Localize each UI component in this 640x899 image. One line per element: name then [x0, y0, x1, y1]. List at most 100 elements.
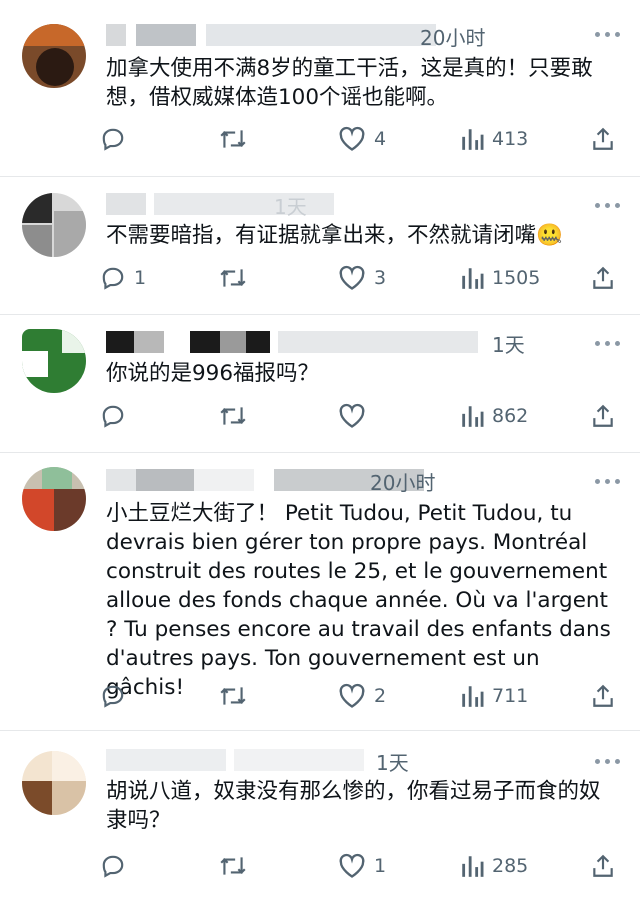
views-icon — [462, 406, 484, 427]
views-button[interactable]: 1505 — [460, 261, 540, 295]
blurred-username — [134, 331, 164, 353]
blurred-handle — [234, 749, 364, 771]
retweet-button[interactable] — [218, 849, 248, 883]
avatar[interactable] — [22, 329, 86, 393]
share-button[interactable] — [590, 679, 616, 713]
like-icon — [339, 403, 365, 428]
timestamp[interactable]: 1天 — [376, 747, 409, 776]
retweet-button[interactable] — [218, 261, 248, 295]
blurred-username — [136, 469, 194, 491]
like-button[interactable]: 3 — [338, 261, 386, 295]
like-icon — [339, 265, 365, 290]
reply-button[interactable] — [100, 849, 134, 883]
view-count: 413 — [492, 128, 529, 150]
tweet-actions: 2 711 — [100, 679, 620, 713]
share-button[interactable] — [590, 261, 616, 295]
more-icon[interactable] — [595, 203, 620, 208]
more-icon[interactable] — [595, 759, 620, 764]
reply-icon — [102, 855, 124, 878]
avatar[interactable] — [22, 467, 86, 531]
view-count: 711 — [492, 685, 529, 707]
tweet-text: 小土豆烂大街了！ Petit Tudou, Petit Tudou, tu de… — [106, 501, 611, 700]
reply-button[interactable] — [100, 122, 134, 156]
view-count: 285 — [492, 855, 529, 877]
blurred-handle — [154, 193, 334, 215]
tweet-text: 胡说八道，奴隶没有那么惨的，你看过易子而食的奴隶吗？ — [106, 779, 601, 833]
tweet-actions: 862 — [100, 399, 620, 433]
blurred-handle — [206, 24, 436, 46]
like-count: 4 — [374, 128, 387, 150]
views-button[interactable]: 285 — [460, 849, 528, 883]
tweet-header: 1天 — [106, 327, 580, 357]
tweet[interactable]: 1天 不需要暗指，有证据就拿出来，不然就请闭嘴🤐 1 3 1505 — [0, 176, 640, 314]
more-icon[interactable] — [595, 479, 620, 484]
tweet-header: 20小时 — [106, 465, 580, 495]
retweet-icon — [220, 857, 246, 875]
tweet[interactable]: 1天 你说的是996福报吗？ 862 — [0, 314, 640, 452]
timestamp[interactable]: 20小时 — [370, 467, 435, 496]
blurred-username — [106, 331, 134, 353]
tweet-text: 加拿大使用不满8岁的童工干活，这是真的！只要敢想，借权威媒体造100个谣也能啊。 — [106, 56, 593, 110]
reply-button[interactable] — [100, 399, 134, 433]
blurred-username — [106, 193, 146, 215]
retweet-icon — [220, 687, 246, 705]
like-button[interactable]: 4 — [338, 122, 386, 156]
blurred-username — [246, 331, 270, 353]
views-icon — [462, 856, 484, 877]
avatar[interactable] — [22, 24, 86, 88]
share-button[interactable] — [590, 849, 616, 883]
timestamp[interactable]: 1天 — [492, 329, 525, 358]
tweet-actions: 4 413 — [100, 122, 620, 156]
tweet[interactable]: 1天 胡说八道，奴隶没有那么惨的，你看过易子而食的奴隶吗？ 1 285 — [0, 730, 640, 899]
views-icon — [462, 129, 484, 150]
like-icon — [339, 126, 365, 151]
view-count: 862 — [492, 405, 529, 427]
blurred-username — [106, 24, 126, 46]
tweet-actions: 1 3 1505 — [100, 261, 620, 295]
share-icon — [593, 127, 613, 150]
retweet-icon — [220, 407, 246, 425]
tweet-header: 20小时 — [106, 20, 580, 50]
blurred-username — [220, 331, 246, 353]
like-count: 2 — [374, 685, 387, 707]
retweet-button[interactable] — [218, 122, 248, 156]
reply-count: 1 — [134, 267, 147, 289]
reply-icon — [102, 405, 124, 428]
views-button[interactable]: 413 — [460, 122, 528, 156]
tweet-header: 1天 — [106, 745, 580, 775]
views-icon — [462, 268, 484, 289]
avatar[interactable] — [22, 751, 86, 815]
tweet-text: 不需要暗指，有证据就拿出来，不然就请闭嘴🤐 — [106, 223, 563, 248]
tweet[interactable]: 20小时 加拿大使用不满8岁的童工干活，这是真的！只要敢想，借权威媒体造100个… — [0, 0, 640, 176]
views-button[interactable]: 711 — [460, 679, 528, 713]
reply-icon — [102, 685, 124, 708]
like-button[interactable]: 2 — [338, 679, 386, 713]
like-button[interactable]: 1 — [338, 849, 386, 883]
retweet-button[interactable] — [218, 679, 248, 713]
reply-icon — [102, 267, 124, 290]
tweet-text: 你说的是996福报吗？ — [106, 361, 320, 386]
tweet[interactable]: 20小时 小土豆烂大街了！ Petit Tudou, Petit Tudou, … — [0, 452, 640, 730]
share-icon — [593, 404, 613, 427]
like-button[interactable] — [338, 399, 374, 433]
timestamp[interactable]: 20小时 — [420, 22, 485, 51]
reply-icon — [102, 128, 124, 151]
retweet-button[interactable] — [218, 399, 248, 433]
reply-button[interactable] — [100, 679, 134, 713]
more-icon[interactable] — [595, 341, 620, 346]
avatar[interactable] — [22, 193, 86, 257]
share-icon — [593, 266, 613, 289]
share-icon — [593, 854, 613, 877]
blurred-username — [194, 469, 254, 491]
blurred-username — [190, 331, 220, 353]
timestamp[interactable]: 1天 — [274, 191, 307, 220]
tweet-header: 1天 — [106, 189, 580, 219]
reply-button[interactable]: 1 — [100, 261, 146, 295]
share-button[interactable] — [590, 122, 616, 156]
tweet-actions: 1 285 — [100, 849, 620, 883]
like-icon — [339, 853, 365, 878]
more-icon[interactable] — [595, 32, 620, 37]
share-button[interactable] — [590, 399, 616, 433]
view-count: 1505 — [492, 267, 541, 289]
views-button[interactable]: 862 — [460, 399, 528, 433]
